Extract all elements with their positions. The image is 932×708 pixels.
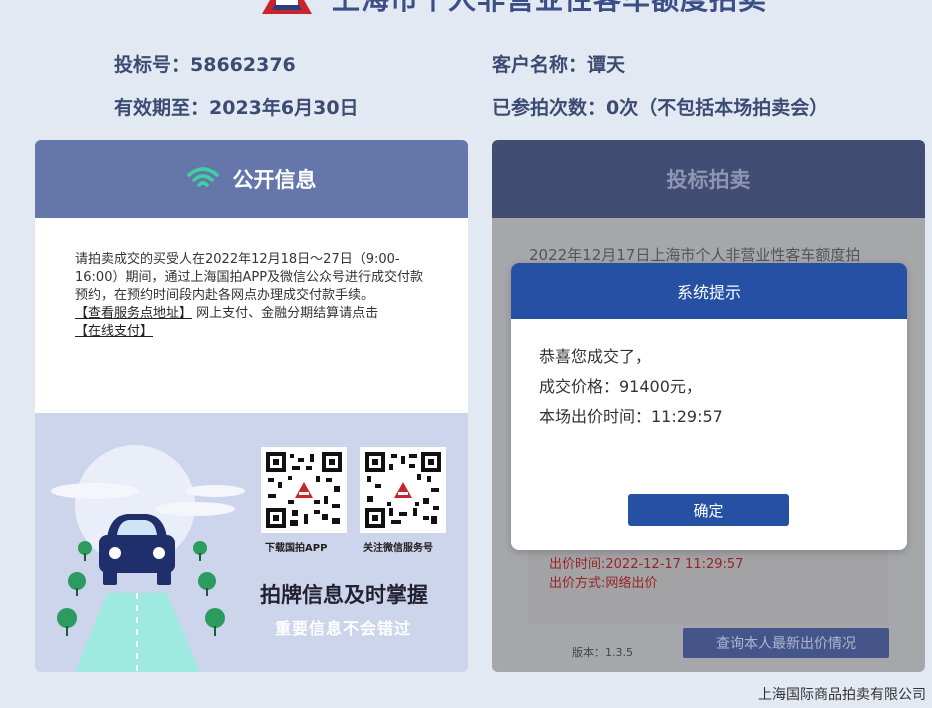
dialog-title: 系统提示 <box>511 263 907 319</box>
qr-code-app <box>261 447 347 533</box>
valid-until-label: 有效期至： <box>114 97 210 119</box>
customer-name: 客户名称：谭天 <box>492 50 625 77</box>
confirm-button[interactable]: 确定 <box>628 494 789 526</box>
bidding-header: 投标拍卖 <box>492 140 925 218</box>
public-info-body: 请拍卖成交的买受人在2022年12月18日～27日（9:00-16:00）期间，… <box>35 218 468 413</box>
bid-number: 投标号：58662376 <box>114 50 296 77</box>
qr-code-icon <box>365 452 441 528</box>
attempt-count-value: 0次（不包括本场拍卖会） <box>606 97 829 119</box>
bidding-notice: 2022年12月17日上海市个人非营业性客车额度拍 <box>529 246 861 264</box>
slogan-main: 拍牌信息及时掌握 <box>260 583 428 607</box>
company-name: 上海国际商品拍卖有限公司 <box>758 687 926 703</box>
customer-name-label: 客户名称： <box>492 54 588 76</box>
valid-until: 有效期至：2023年6月30日 <box>114 93 359 120</box>
dialog-message-congrats: 恭喜您成交了， <box>539 347 652 366</box>
online-pay-text: 网上支付、金融分期结算请点击 <box>196 306 379 321</box>
logo-icon <box>262 0 312 14</box>
service-address-link[interactable]: 【查看服务点地址】 <box>75 306 192 321</box>
bid-time: 出价时间:2022-12-17 11:29:57 <box>549 557 744 572</box>
qr-code-icon <box>266 452 342 528</box>
version-label: 版本：1.3.5 <box>572 646 633 659</box>
public-info-title: 公开信息 <box>232 168 317 192</box>
valid-until-value: 2023年6月30日 <box>209 97 359 119</box>
bidding-title: 投标拍卖 <box>666 168 751 192</box>
attempt-count-label: 已参拍次数： <box>492 97 607 119</box>
wifi-icon <box>186 167 219 187</box>
qr-wechat-label: 关注微信服务号 <box>363 543 433 554</box>
customer-name-value: 谭天 <box>587 54 626 76</box>
public-info-header: 公开信息 <box>35 140 468 218</box>
slogan-sub: 重要信息不会错过 <box>275 619 412 638</box>
bid-number-value: 58662376 <box>190 54 296 76</box>
bid-number-label: 投标号： <box>114 54 191 76</box>
qr-code-wechat <box>360 447 446 533</box>
page-title: 上海市个人非营业性客车额度拍卖 <box>332 0 767 18</box>
bid-method: 出价方式:网络出价 <box>549 576 658 591</box>
public-info-panel: 公开信息 请拍卖成交的买受人在2022年12月18日～27日（9:00-16:0… <box>35 140 468 672</box>
system-dialog: 系统提示 恭喜您成交了， 成交价格：91400元， 本场出价时间：11:29:5… <box>511 263 907 550</box>
dialog-message-time: 本场出价时间：11:29:57 <box>539 407 723 426</box>
attempt-count: 已参拍次数：0次（不包括本场拍卖会） <box>492 93 828 120</box>
query-latest-bid-button[interactable]: 查询本人最新出价情况 <box>683 628 889 658</box>
dialog-message-price: 成交价格：91400元， <box>539 377 702 396</box>
qr-app-label: 下载国拍APP <box>265 543 328 554</box>
online-pay-link[interactable]: 【在线支付】 <box>75 324 153 339</box>
public-info-text: 请拍卖成交的买受人在2022年12月18日～27日（9:00-16:00）期间，… <box>75 252 424 303</box>
